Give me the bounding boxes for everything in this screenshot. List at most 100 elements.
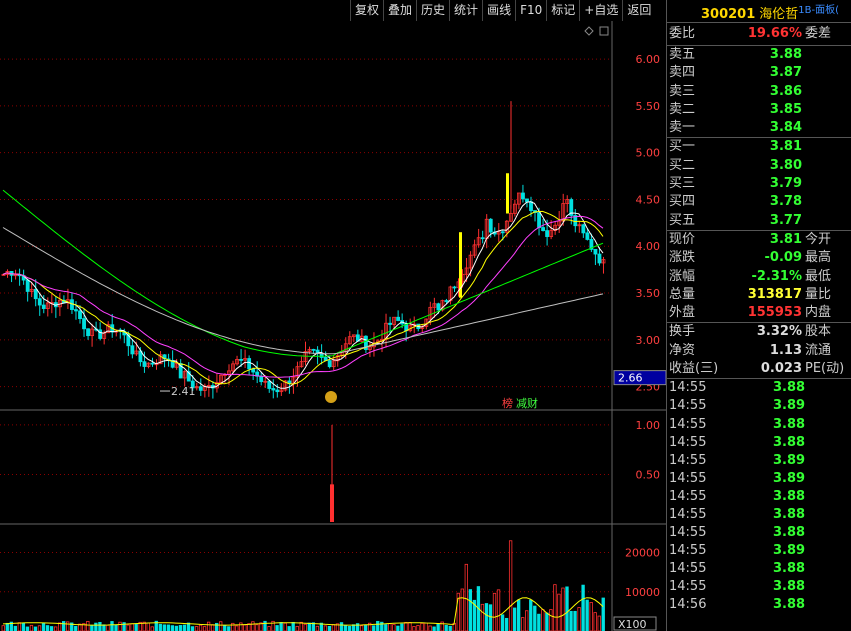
toolbar-button-1[interactable]: 叠加	[383, 0, 416, 21]
volume-bar	[17, 622, 22, 631]
tick-price: 3.88	[773, 507, 806, 522]
volume-bar	[94, 622, 98, 631]
tick-time: 14:55	[669, 434, 707, 450]
toolbar-button-0[interactable]: 复权	[350, 0, 383, 21]
quote-row: 换手 3.32% 股本	[667, 323, 851, 341]
toolbar-button-6[interactable]: 标记	[546, 0, 579, 21]
tick-row: 14:55 3.89	[667, 542, 851, 560]
volume-bar	[1, 625, 5, 631]
volume-bar	[315, 625, 320, 631]
toolbar-button-3[interactable]: 统计	[449, 0, 482, 21]
tick-price: 3.88	[773, 380, 806, 396]
tick-list[interactable]: 14:55 3.88 14:55 3.89 14:55 3.88 14:55 3.88 14:5…	[667, 379, 851, 614]
candle-body	[150, 362, 155, 365]
tick-row: 14:55 3.88	[667, 524, 851, 542]
tick-price: 3.88	[773, 416, 806, 432]
volume-bar	[114, 624, 118, 631]
volume-bar	[178, 625, 183, 631]
indicator-tick-label: 1.00	[636, 419, 661, 432]
candle-body	[444, 300, 449, 302]
stock-code: 300201	[701, 7, 756, 23]
volume-bar	[404, 621, 408, 631]
row-label: 涨幅	[669, 268, 696, 284]
volume-bar	[251, 621, 255, 631]
toolbar-button-5[interactable]: F10	[515, 0, 546, 21]
row-label: 现价	[669, 231, 696, 247]
quote-row: 外盘 155953 内盘	[667, 304, 851, 322]
row-value: 3.80	[769, 157, 802, 173]
quote-row: 现价 3.81 今开	[667, 231, 851, 249]
row-label-secondary: 内盘	[805, 305, 832, 321]
volume-bar	[53, 626, 58, 631]
volume-tick-label: 20000	[625, 547, 660, 560]
volume-bar	[41, 623, 46, 631]
tick-price: 3.88	[773, 525, 806, 541]
volume-bar	[150, 626, 154, 631]
tick-price: 3.88	[773, 434, 806, 450]
volume-bar	[416, 625, 420, 631]
toolbar-button-7[interactable]: +自选	[579, 0, 622, 21]
candle-body	[452, 286, 457, 289]
diff-label: 委差	[805, 26, 832, 41]
row-label-secondary: 最高	[805, 250, 832, 266]
volume-bar	[57, 622, 62, 631]
volume-bar	[420, 622, 424, 631]
volume-bar	[106, 624, 110, 631]
tick-time: 14:55	[669, 488, 707, 504]
stock-header[interactable]: 300201 海伦哲1B-面板(	[667, 0, 851, 23]
row-label: 买五	[669, 212, 696, 228]
volume-bar	[45, 625, 50, 631]
volume-bar	[162, 624, 166, 631]
volume-bar	[432, 626, 436, 631]
current-price-label: 2.66	[618, 372, 643, 385]
volume-bar	[577, 607, 581, 631]
volume-bar	[573, 610, 577, 631]
volume-bar	[307, 622, 311, 631]
tick-price: 3.88	[773, 597, 806, 613]
row-label: 涨跌	[669, 250, 696, 266]
candle-body	[537, 212, 541, 228]
candle-body	[198, 386, 203, 391]
candle-body	[488, 218, 493, 233]
toolbar-button-2[interactable]: 历史	[416, 0, 449, 21]
tick-row: 14:55 3.88	[667, 416, 851, 434]
tick-price: 3.88	[773, 561, 806, 577]
toolbar-button-8[interactable]: 返回	[622, 0, 655, 21]
candle-body	[480, 237, 485, 240]
volume-bar	[174, 625, 179, 631]
volume-bar	[597, 615, 601, 631]
volume-bar	[392, 624, 396, 631]
panel-tag[interactable]: 1B-面板(	[798, 5, 839, 16]
row-label-secondary: 股本	[805, 324, 832, 340]
volume-bar	[424, 622, 428, 631]
volume-bar	[593, 612, 597, 631]
candle-body	[436, 303, 441, 311]
tick-time: 14:55	[669, 398, 707, 414]
tick-row: 14:55 3.88	[667, 560, 851, 578]
candle-body	[239, 359, 244, 361]
tick-row: 14:55 3.89	[667, 452, 851, 470]
volume-bar	[464, 563, 468, 631]
volume-bar	[339, 622, 344, 631]
candle-body	[78, 310, 82, 320]
candle-body	[98, 329, 103, 339]
tick-row: 14:55 3.88	[667, 488, 851, 506]
tick-time: 14:55	[669, 470, 707, 486]
ratio-value: 19.66%	[747, 26, 802, 41]
volume-bar	[287, 626, 291, 631]
volume-bar	[372, 625, 376, 631]
money-bag-icon	[325, 391, 337, 404]
diamond-icon	[584, 26, 594, 36]
toolbar-button-4[interactable]: 画线	[482, 0, 515, 21]
row-value: 3.86	[769, 83, 802, 99]
row-label: 净资	[669, 342, 696, 358]
volume-bar	[86, 620, 90, 631]
tick-row: 14:55 3.89	[667, 397, 851, 415]
volume-bar	[283, 622, 287, 631]
candle-body	[388, 322, 392, 325]
ma5-line	[2, 201, 604, 389]
volume-bar	[62, 621, 66, 631]
price-tick-label: 3.50	[636, 287, 661, 300]
candle-body	[593, 248, 598, 255]
kline-chart-area[interactable]: 6.005.505.004.504.003.503.002.502.662.41…	[0, 21, 666, 631]
